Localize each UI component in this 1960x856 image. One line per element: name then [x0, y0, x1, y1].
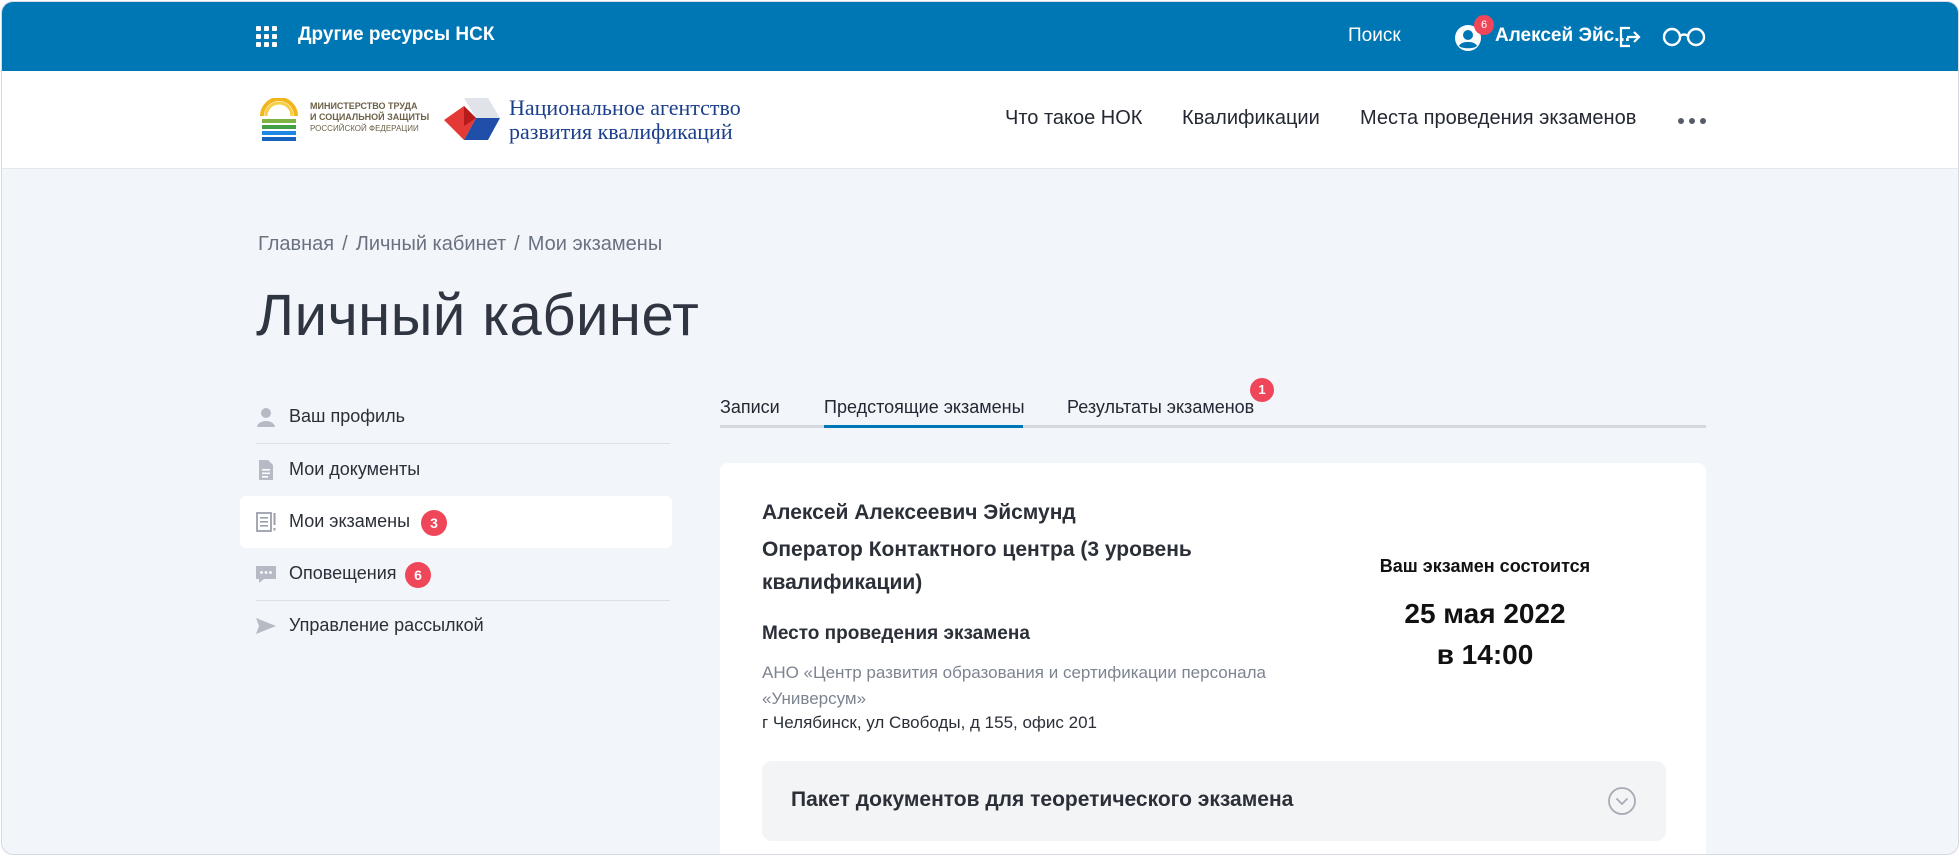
notifications-badge: 6 [1474, 15, 1494, 35]
qualification-title: Оператор Контактного центра (3 уровень к… [762, 538, 1192, 594]
apps-grid-icon[interactable] [256, 26, 278, 48]
sidebar-item-documents[interactable]: Мои документы [240, 444, 672, 496]
agency-logo-icon[interactable] [442, 96, 502, 144]
app-window: Другие ресурсы НСК Поиск 6 Алексей Эйс..… [1, 1, 1959, 855]
sidebar-item-label: Ваш профиль [289, 406, 405, 426]
exam-date-heading: Ваш экзамен состоится [1379, 556, 1591, 576]
nav-exam-locations[interactable]: Места проведения экзаменов [1360, 107, 1636, 130]
nav-qualifications[interactable]: Квалификации [1182, 107, 1320, 130]
chevron-down-icon[interactable] [1607, 786, 1637, 816]
accordion-label: Пакет документов для теоретического экза… [791, 788, 1294, 811]
tab-upcoming-exams[interactable]: Предстоящие экзамены [824, 397, 1025, 418]
exam-time: в 14:00 [1436, 639, 1534, 670]
sidebar-item-label: Оповещения [289, 563, 397, 583]
user-name-link[interactable]: Алексей Эйс... [1495, 25, 1630, 47]
breadcrumb-separator: / [342, 233, 348, 255]
user-icon [257, 408, 275, 427]
sidebar-item-profile[interactable]: Ваш профиль [240, 391, 672, 443]
breadcrumb-home[interactable]: Главная [258, 233, 334, 255]
theory-docs-accordion[interactable]: Пакет документов для теоретического экза… [762, 761, 1666, 841]
nav-what-is-nok[interactable]: Что такое НОК [1005, 107, 1142, 130]
agency-line-2: развития квалификаций [509, 119, 733, 144]
page-title: Личный кабинет [256, 283, 700, 348]
breadcrumb-cabinet[interactable]: Личный кабинет [356, 233, 506, 255]
agency-name[interactable]: Национальное агентство развития квалифик… [509, 96, 741, 144]
exam-organization: АНО «Центр развития образования и сертиф… [762, 663, 1266, 708]
other-resources-link[interactable]: Другие ресурсы НСК [298, 24, 494, 46]
active-tab-indicator [824, 425, 1023, 428]
exam-card: Алексей Алексеевич Эйсмунд Оператор Конт… [720, 463, 1706, 854]
top-bar: Другие ресурсы НСК Поиск 6 Алексей Эйс..… [2, 2, 1958, 71]
results-count-badge: 1 [1250, 378, 1274, 402]
sidebar-item-label: Мои экзамены [289, 511, 411, 531]
more-menu-icon[interactable] [1678, 118, 1706, 124]
ministry-line-1: МИНИСТЕРСТВО ТРУДА [310, 101, 418, 111]
logout-icon[interactable] [1616, 24, 1642, 50]
breadcrumb-current: Мои экзамены [527, 233, 663, 255]
tab-exam-results[interactable]: Результаты экзаменов [1067, 397, 1254, 418]
exam-date: 25 мая 2022 [1404, 598, 1566, 629]
sidebar-item-notifications[interactable]: Оповещения 6 [240, 548, 672, 600]
sidebar-item-mailing[interactable]: Управление рассылкой [240, 600, 672, 652]
sidebar-item-label: Управление рассылкой [289, 615, 484, 635]
breadcrumb: Главная / Личный кабинет / Мои экзамены [258, 233, 662, 256]
tab-records[interactable]: Записи [720, 397, 780, 418]
exam-place-heading: Место проведения экзамена [762, 623, 1030, 644]
message-icon [256, 566, 276, 583]
ministry-name: МИНИСТЕРСТВО ТРУДА И СОЦИАЛЬНОЙ ЗАЩИТЫ Р… [310, 101, 430, 134]
agency-line-1: Национальное агентство [509, 95, 741, 120]
ministry-line-2: И СОЦИАЛЬНОЙ ЗАЩИТЫ [310, 112, 430, 122]
exams-count-badge: 3 [421, 510, 447, 536]
accessibility-glasses-icon[interactable] [1662, 27, 1706, 47]
ministry-line-3: РОССИЙСКОЙ ФЕДЕРАЦИИ [310, 124, 419, 133]
candidate-name: Алексей Алексеевич Эйсмунд [762, 501, 1076, 524]
exam-address: г Челябинск, ул Свободы, д 155, офис 201 [762, 713, 1097, 732]
send-icon [256, 618, 276, 634]
notifications-count-badge: 6 [405, 562, 431, 588]
search-link[interactable]: Поиск [1348, 25, 1401, 47]
sidebar-item-label: Мои документы [289, 459, 421, 479]
document-icon [259, 460, 273, 480]
exam-icon [256, 512, 276, 532]
sidebar-item-exams[interactable]: Мои экзамены 3 [240, 496, 672, 548]
ministry-logo-icon[interactable] [258, 98, 300, 142]
breadcrumb-separator: / [514, 233, 520, 255]
